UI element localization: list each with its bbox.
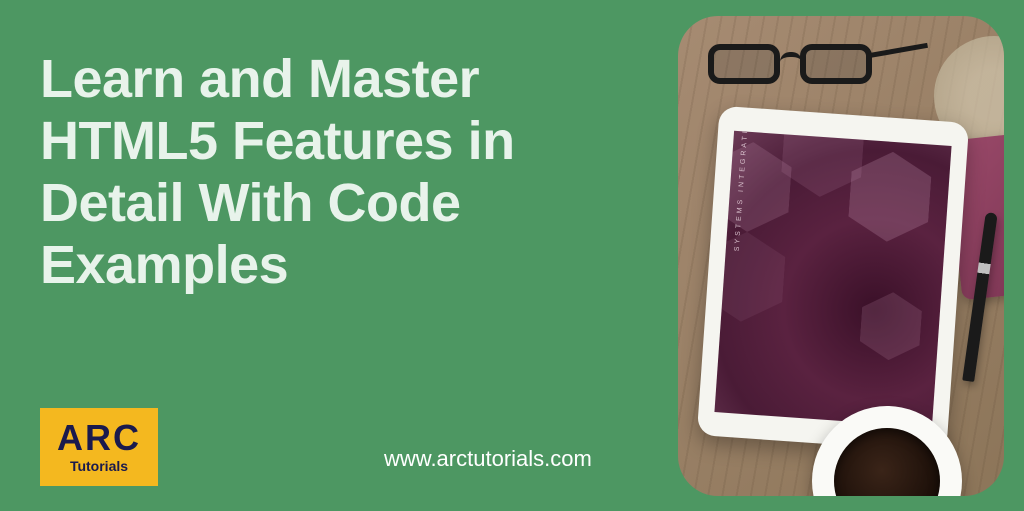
logo-sub-text: Tutorials [70, 458, 128, 474]
headline: Learn and Master HTML5 Features in Detai… [40, 48, 640, 296]
logo-main-text: ARC [57, 420, 141, 456]
tablet-screen: SYSTEMS INTEGRATION HIVE [714, 131, 951, 428]
brand-logo: ARC Tutorials [40, 408, 158, 486]
hero-image: SYSTEMS INTEGRATION HIVE [678, 16, 1004, 496]
glasses-icon [708, 34, 908, 94]
website-url: www.arctutorials.com [384, 446, 592, 472]
tablet-device: SYSTEMS INTEGRATION HIVE [697, 106, 969, 453]
